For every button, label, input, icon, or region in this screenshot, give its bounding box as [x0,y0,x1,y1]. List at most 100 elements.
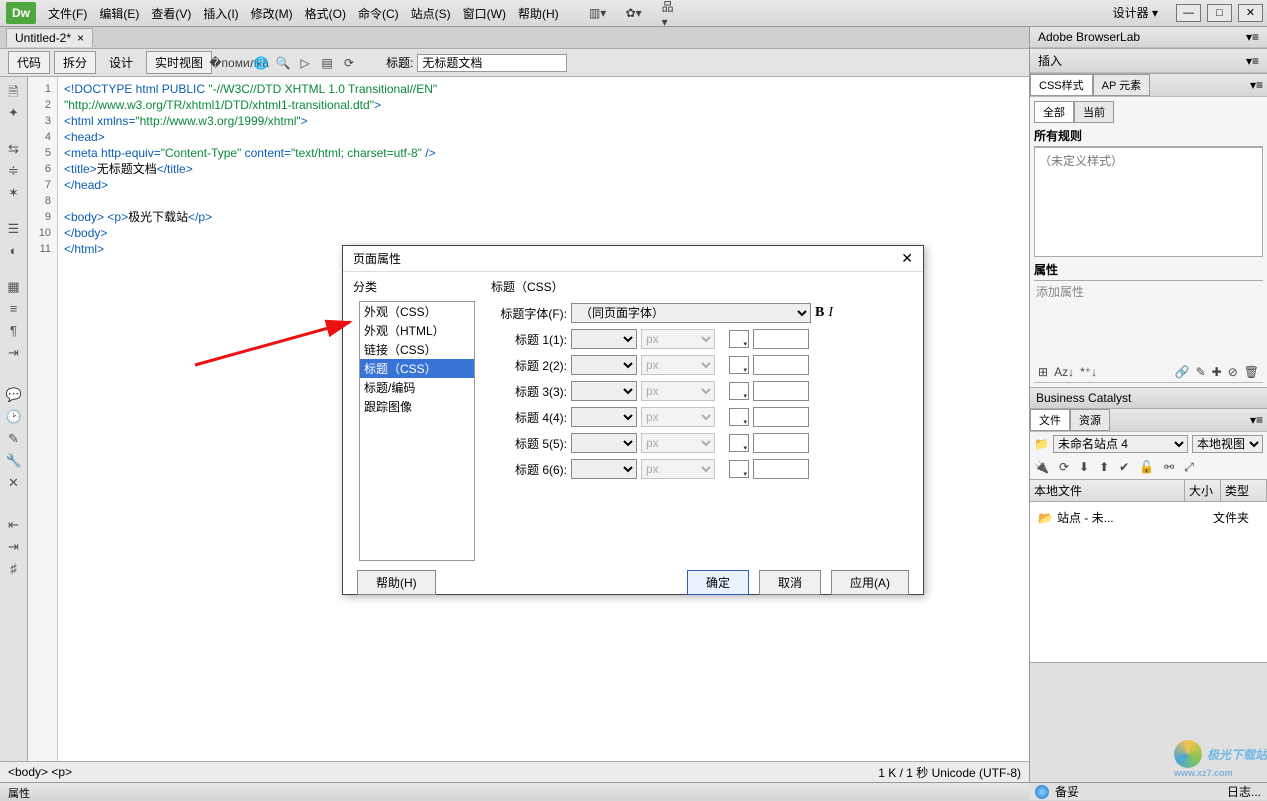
comment-icon[interactable]: ✎ [6,431,22,447]
menu-window[interactable]: 窗口(W) [463,5,506,22]
heading-6-unit[interactable]: px [641,459,715,479]
site-icon[interactable]: 品▾ [661,4,679,22]
expand-icon[interactable]: ⇆ [6,141,22,157]
heading-4-color[interactable] [729,408,749,426]
nav-icon[interactable]: ▤ [318,54,336,72]
delete-css-icon[interactable]: 🗑 [1244,365,1259,379]
hidden-chars-icon[interactable]: ¶ [6,323,22,339]
document-tab[interactable]: Untitled-2* × [6,28,93,47]
get-icon[interactable]: ⬇ [1079,460,1089,475]
tag-selector[interactable]: <body> <p> [8,765,72,779]
show-category-icon[interactable]: ⊞ [1038,365,1048,379]
heading-4-color-input[interactable] [753,407,809,427]
properties-panel-header[interactable]: 属性 [0,782,1029,800]
minimize-button[interactable]: — [1176,4,1201,22]
inspect-icon[interactable]: 🔍 [274,54,292,72]
menu-site[interactable]: 站点(S) [411,5,451,22]
category-tracing-image[interactable]: 跟踪图像 [360,397,474,416]
category-links-css[interactable]: 链接（CSS） [360,340,474,359]
tab-close-icon[interactable]: × [77,31,84,45]
log-link[interactable]: 日志... [1227,783,1261,800]
heading-1-unit[interactable]: px [641,329,715,349]
disable-css-icon[interactable]: ⊘ [1228,365,1238,379]
heading-6-color-input[interactable] [753,459,809,479]
refresh-icon[interactable]: ⟳ [340,54,358,72]
col-type[interactable]: 类型 [1221,480,1267,501]
connect-icon[interactable]: 🔌 [1034,460,1049,475]
view-design-button[interactable]: 设计 [100,51,142,74]
category-appearance-css[interactable]: 外观（CSS） [360,302,474,321]
checkin-icon[interactable]: 🔓 [1139,460,1154,475]
heading-6-size[interactable] [571,459,637,479]
css-all-tab[interactable]: 全部 [1034,101,1074,123]
business-catalyst-header[interactable]: Business Catalyst [1030,388,1267,408]
remove-tag-icon[interactable]: ✕ [6,475,22,491]
put-icon[interactable]: ⬆ [1099,460,1109,475]
add-property-link[interactable]: 添加属性 [1034,281,1263,302]
new-rule-icon[interactable]: ✎ [1196,365,1206,379]
syntax-icon[interactable]: ▦ [6,279,22,295]
refresh-files-icon[interactable]: ⟳ [1059,460,1069,475]
view-split-button[interactable]: 拆分 [54,51,96,74]
snippets-icon[interactable]: 💬 [6,387,22,403]
view-mode-select[interactable]: 本地视图 [1192,435,1263,453]
view-live-button[interactable]: 实时视图 [146,51,212,74]
edit-rule-icon[interactable]: ✚ [1212,365,1222,379]
css-current-tab[interactable]: 当前 [1074,101,1114,123]
heading-5-color[interactable] [729,434,749,452]
heading-1-color[interactable] [729,330,749,348]
indent-icon[interactable]: ⇤ [6,517,22,533]
browser-icon[interactable]: 🌐 [252,54,270,72]
heading-2-color[interactable] [729,356,749,374]
extend-icon[interactable]: ✿▾ [625,4,643,22]
italic-icon[interactable]: I [828,305,833,321]
heading-2-color-input[interactable] [753,355,809,375]
ap-elements-tab[interactable]: AP 元素 [1093,74,1151,96]
collapse-icon[interactable]: ✦ [6,105,22,121]
auto-indent-icon[interactable]: ⇥ [6,345,22,361]
heading-2-unit[interactable]: px [641,355,715,375]
rules-list[interactable]: （未定义样式） [1034,147,1263,257]
heading-5-unit[interactable]: px [641,433,715,453]
heading-5-color-input[interactable] [753,433,809,453]
category-appearance-html[interactable]: 外观（HTML） [360,321,474,340]
assets-tab[interactable]: 资源 [1070,409,1110,431]
category-headings-css[interactable]: 标题（CSS） [360,359,474,378]
heading-3-size[interactable] [571,381,637,401]
workspace-switcher[interactable]: 设计器 ▾ [1105,2,1166,23]
css-styles-tab[interactable]: CSS样式 [1030,74,1093,96]
col-local[interactable]: 本地文件 [1030,480,1185,501]
show-list-icon[interactable]: Aᴢ↓ [1054,365,1074,379]
dialog-close-icon[interactable]: ✕ [901,250,913,267]
help-button[interactable]: 帮助(H) [357,570,436,595]
select-parent-icon[interactable]: ≑ [6,163,22,179]
insert-panel-header[interactable]: 插入▾≡ [1030,49,1267,73]
layout-icon[interactable]: ▥▾ [589,4,607,22]
category-title-encoding[interactable]: 标题/编码 [360,378,474,397]
file-tree-root[interactable]: 📂 站点 - 未... 文件夹 [1034,506,1263,529]
check-icon[interactable]: ▷ [296,54,314,72]
site-select[interactable]: 未命名站点 4 [1053,435,1188,453]
recent-icon[interactable]: 🕑 [6,409,22,425]
checkout-icon[interactable]: ✔ [1119,460,1129,475]
open-docs-icon[interactable]: 🗎 [6,83,22,99]
show-set-icon[interactable]: *⁺↓ [1080,365,1097,379]
heading-4-size[interactable] [571,407,637,427]
attach-css-icon[interactable]: 🔗 [1175,365,1190,379]
expand-files-icon[interactable]: ⤢ [1184,460,1194,475]
balance-icon[interactable]: ✶ [6,185,22,201]
outdent-icon[interactable]: ⇥ [6,539,22,555]
category-list[interactable]: 外观（CSS） 外观（HTML） 链接（CSS） 标题（CSS） 标题/编码 跟… [359,301,475,561]
file-tree[interactable]: 📂 站点 - 未... 文件夹 [1030,502,1267,662]
bold-icon[interactable]: B [815,305,824,321]
view-code-button[interactable]: 代码 [8,51,50,74]
heading-3-color-input[interactable] [753,381,809,401]
menu-help[interactable]: 帮助(H) [518,5,559,22]
heading-3-unit[interactable]: px [641,381,715,401]
heading-6-color[interactable] [729,460,749,478]
browserlab-panel-header[interactable]: Adobe BrowserLab▾≡ [1030,27,1267,48]
line-numbers-icon[interactable]: ☰ [6,221,22,237]
sync-icon[interactable]: ⚯ [1164,460,1174,475]
menu-command[interactable]: 命令(C) [358,5,399,22]
col-size[interactable]: 大小 [1185,480,1221,501]
